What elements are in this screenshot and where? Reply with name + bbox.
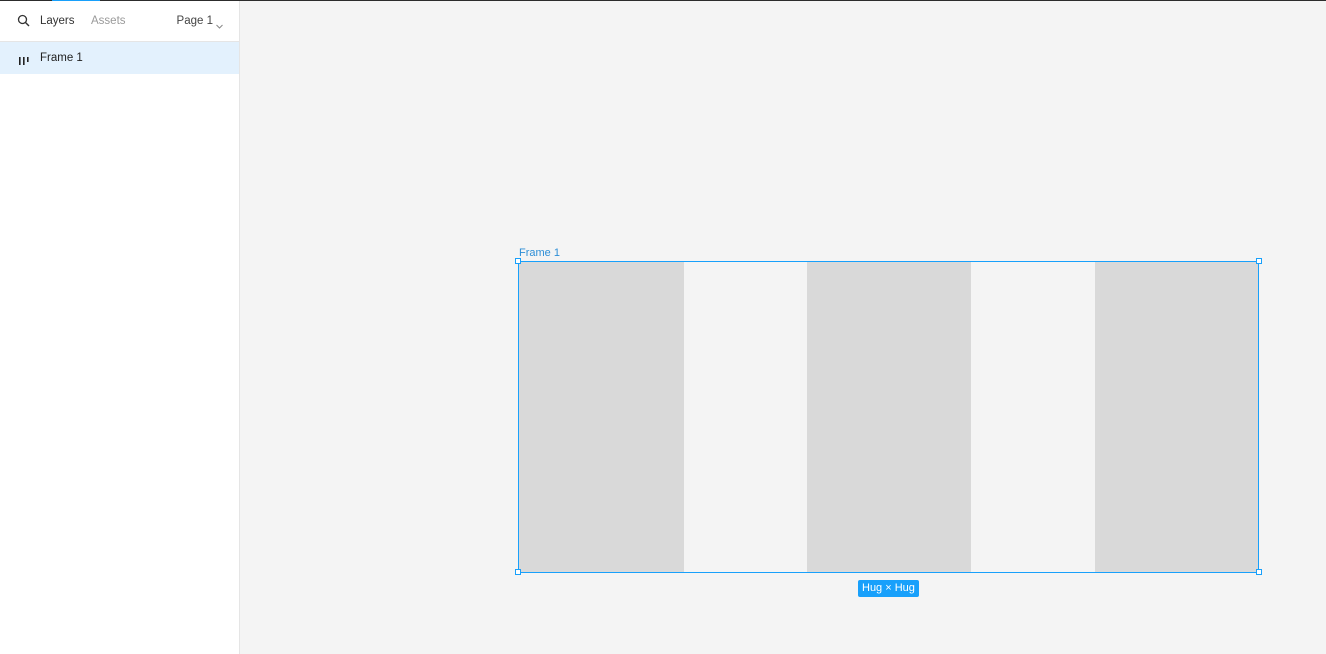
size-badge[interactable]: Hug × Hug — [858, 580, 919, 597]
left-panel: Layers Assets Page 1 Frame 1 — [0, 1, 240, 654]
panel-header: Layers Assets Page 1 — [0, 1, 239, 42]
resize-handle-top-right[interactable] — [1256, 258, 1262, 264]
layer-label: Frame 1 — [40, 52, 83, 64]
resize-handle-bottom-left[interactable] — [515, 569, 521, 575]
rectangle-3[interactable] — [1095, 262, 1258, 572]
resize-handle-top-left[interactable] — [515, 258, 521, 264]
tab-layers[interactable]: Layers — [40, 14, 75, 28]
rectangle-1[interactable] — [519, 262, 684, 572]
auto-layout-frame-icon — [18, 53, 30, 65]
layer-item-frame-1[interactable]: Frame 1 — [0, 42, 239, 74]
tab-assets[interactable]: Assets — [91, 14, 126, 28]
search-icon[interactable] — [17, 14, 31, 28]
frame-name-label[interactable]: Frame 1 — [519, 246, 560, 260]
rectangle-2[interactable] — [807, 262, 971, 572]
figma-app: Layers Assets Page 1 Frame 1 Frame 1 Hug… — [0, 0, 1326, 654]
chevron-down-icon — [216, 19, 223, 29]
page-select-label: Page 1 — [176, 15, 213, 27]
page-select[interactable]: Page 1 — [176, 14, 223, 29]
frame-1[interactable] — [518, 261, 1259, 573]
resize-handle-bottom-right[interactable] — [1256, 569, 1262, 575]
